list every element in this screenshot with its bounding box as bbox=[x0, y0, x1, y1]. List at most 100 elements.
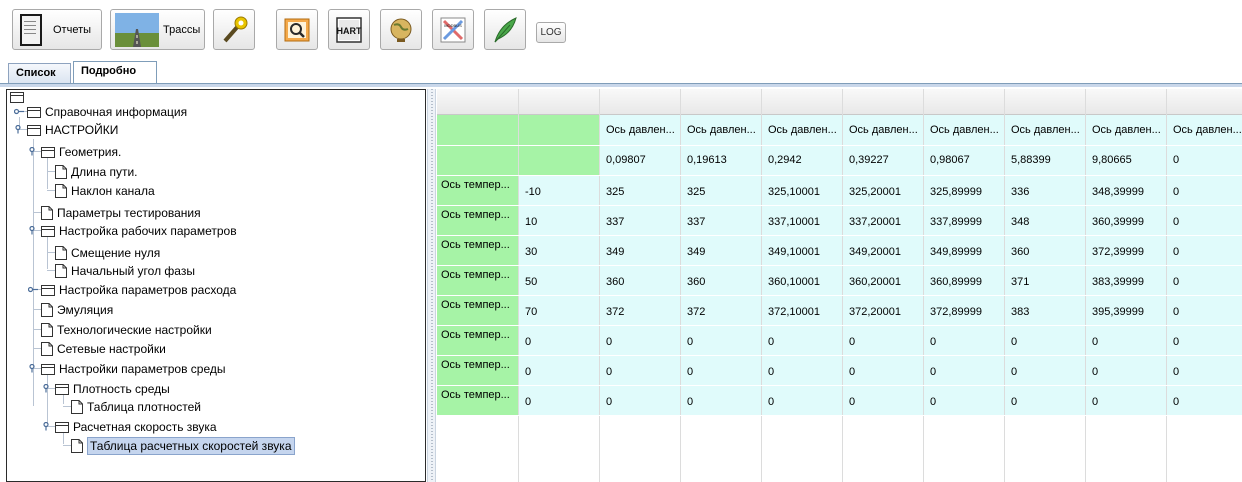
table-cell[interactable]: 0 bbox=[599, 385, 680, 415]
table-cell[interactable]: 0 bbox=[1166, 385, 1242, 415]
tree-toggle-icon[interactable] bbox=[28, 226, 39, 235]
tree-toggle-icon[interactable] bbox=[42, 422, 53, 431]
table-cell[interactable]: 0 bbox=[1004, 325, 1085, 355]
table-cell[interactable]: 0 bbox=[842, 385, 923, 415]
temperature-axis-label[interactable]: Ось темпер... bbox=[437, 295, 518, 325]
pressure-value-cell[interactable]: 5,88399 bbox=[1004, 145, 1085, 175]
temperature-axis-label[interactable]: Ось темпер... bbox=[437, 265, 518, 295]
table-cell[interactable]: 349,10001 bbox=[761, 235, 842, 265]
temperature-axis-label[interactable]: Ось темпер... bbox=[437, 175, 518, 205]
table-cell[interactable]: 0 bbox=[842, 325, 923, 355]
globe-button[interactable] bbox=[380, 9, 422, 50]
tree-node[interactable]: Таблица расчетных скоростей звука bbox=[71, 437, 295, 455]
tree-node[interactable]: Сетевые настройки bbox=[41, 340, 166, 358]
search-doc-button[interactable] bbox=[276, 9, 318, 50]
table-cell[interactable]: 0 bbox=[761, 385, 842, 415]
table-cell[interactable]: 360,10001 bbox=[761, 265, 842, 295]
temperature-axis-label[interactable]: Ось темпер... bbox=[437, 355, 518, 385]
table-cell[interactable]: 0 bbox=[923, 325, 1004, 355]
pressure-value-cell[interactable]: 0 bbox=[1166, 145, 1242, 175]
traces-button[interactable]: Трассы bbox=[110, 9, 205, 50]
table-cell[interactable]: 0 bbox=[599, 355, 680, 385]
tree-toggle-icon[interactable] bbox=[28, 147, 39, 156]
table-cell[interactable]: 383,39999 bbox=[1085, 265, 1166, 295]
temperature-value-cell[interactable]: 50 bbox=[518, 265, 599, 295]
temperature-axis-label[interactable]: Ось темпер... bbox=[437, 325, 518, 355]
temperature-axis-label[interactable]: Ось темпер... bbox=[437, 235, 518, 265]
pressure-value-cell[interactable]: 9,80665 bbox=[1085, 145, 1166, 175]
table-cell[interactable]: 0 bbox=[1166, 295, 1242, 325]
pressure-value-cell[interactable]: 0,98067 bbox=[923, 145, 1004, 175]
temperature-value-cell[interactable]: -10 bbox=[518, 175, 599, 205]
table-cell[interactable]: 348 bbox=[1004, 205, 1085, 235]
temperature-value-cell[interactable]: 0 bbox=[518, 385, 599, 415]
table-cell[interactable]: 349,20001 bbox=[842, 235, 923, 265]
tree-node[interactable]: Настройки параметров среды bbox=[41, 360, 225, 378]
table-cell[interactable]: 360,39999 bbox=[1085, 205, 1166, 235]
pressure-value-cell[interactable]: 0,2942 bbox=[761, 145, 842, 175]
pane-splitter[interactable] bbox=[427, 89, 436, 482]
table-cell[interactable]: 372,20001 bbox=[842, 295, 923, 325]
feather-button[interactable] bbox=[484, 9, 526, 50]
tree-node[interactable]: Настройка параметров расхода bbox=[41, 281, 236, 299]
table-cell[interactable]: 360,20001 bbox=[842, 265, 923, 295]
pressure-axis-header[interactable]: Ось давлен... bbox=[923, 115, 1004, 145]
table-cell[interactable]: 325,20001 bbox=[842, 175, 923, 205]
table-cell[interactable]: 372 bbox=[599, 295, 680, 325]
tree-node[interactable]: Длина пути. bbox=[55, 163, 138, 181]
settings-tree[interactable]: Справочная информация НАСТРОЙКИ Геометрия.… bbox=[6, 89, 426, 482]
table-cell[interactable]: 372,39999 bbox=[1085, 235, 1166, 265]
tree-toggle-icon[interactable] bbox=[14, 107, 25, 116]
table-cell[interactable]: 0 bbox=[1166, 265, 1242, 295]
table-cell[interactable]: 0 bbox=[680, 385, 761, 415]
pressure-axis-header[interactable]: Ось давлен... bbox=[1004, 115, 1085, 145]
table-cell[interactable]: 0 bbox=[680, 325, 761, 355]
table-cell[interactable]: 395,39999 bbox=[1085, 295, 1166, 325]
table-cell[interactable]: 0 bbox=[1085, 325, 1166, 355]
tree-node[interactable]: Эмуляция bbox=[41, 301, 113, 319]
table-cell[interactable]: 348,39999 bbox=[1085, 175, 1166, 205]
tree-node[interactable]: Плотность среды bbox=[55, 380, 170, 398]
table-cell[interactable]: 372,10001 bbox=[761, 295, 842, 325]
table-cell[interactable]: 0 bbox=[1004, 355, 1085, 385]
table-cell[interactable]: 0 bbox=[842, 355, 923, 385]
table-cell[interactable]: 360 bbox=[599, 265, 680, 295]
tree-node[interactable]: Расчетная скорость звука bbox=[55, 418, 217, 436]
temperature-value-cell[interactable]: 10 bbox=[518, 205, 599, 235]
pressure-axis-header[interactable]: Ось давлен... bbox=[1085, 115, 1166, 145]
pressure-value-cell[interactable]: 0,09807 bbox=[599, 145, 680, 175]
table-cell[interactable]: 349,89999 bbox=[923, 235, 1004, 265]
table-cell[interactable]: 337,10001 bbox=[761, 205, 842, 235]
table-cell[interactable]: 0 bbox=[923, 355, 1004, 385]
table-cell[interactable]: 336 bbox=[1004, 175, 1085, 205]
wrench-button[interactable] bbox=[213, 9, 255, 50]
temperature-axis-label[interactable]: Ось темпер... bbox=[437, 385, 518, 415]
table-cell[interactable]: 337 bbox=[599, 205, 680, 235]
table-cell[interactable]: 383 bbox=[1004, 295, 1085, 325]
tree-node[interactable]: Начальный угол фазы bbox=[55, 262, 195, 280]
pressure-axis-header[interactable]: Ось давлен... bbox=[842, 115, 923, 145]
table-cell[interactable]: 0 bbox=[1085, 385, 1166, 415]
table-cell[interactable]: 0 bbox=[1085, 355, 1166, 385]
table-cell[interactable]: 360 bbox=[680, 265, 761, 295]
table-cell[interactable]: 0 bbox=[1166, 325, 1242, 355]
tree-node[interactable]: Параметры тестирования bbox=[41, 204, 201, 222]
table-cell[interactable]: 0 bbox=[1166, 205, 1242, 235]
table-cell[interactable]: 372 bbox=[680, 295, 761, 325]
table-cell[interactable]: 0 bbox=[1166, 175, 1242, 205]
pressure-axis-header[interactable]: Ось давлен... bbox=[680, 115, 761, 145]
temperature-value-cell[interactable]: 30 bbox=[518, 235, 599, 265]
tree-node[interactable]: Справочная информация bbox=[27, 103, 187, 121]
log-button[interactable]: LOG bbox=[536, 22, 566, 43]
table-cell[interactable]: 349 bbox=[599, 235, 680, 265]
tab-list[interactable]: Список bbox=[8, 63, 71, 83]
tree-node[interactable]: Технологические настройки bbox=[41, 321, 212, 339]
table-cell[interactable]: 360,89999 bbox=[923, 265, 1004, 295]
tree-node[interactable]: Таблица плотностей bbox=[71, 398, 201, 416]
reports-button[interactable]: Отчеты bbox=[12, 9, 102, 50]
table-cell[interactable]: 325,89999 bbox=[923, 175, 1004, 205]
temperature-axis-label[interactable]: Ось темпер... bbox=[437, 205, 518, 235]
table-cell[interactable]: 0 bbox=[680, 355, 761, 385]
tree-node[interactable]: НАСТРОЙКИ bbox=[27, 121, 118, 139]
pressure-axis-header[interactable]: Ось давлен... bbox=[761, 115, 842, 145]
